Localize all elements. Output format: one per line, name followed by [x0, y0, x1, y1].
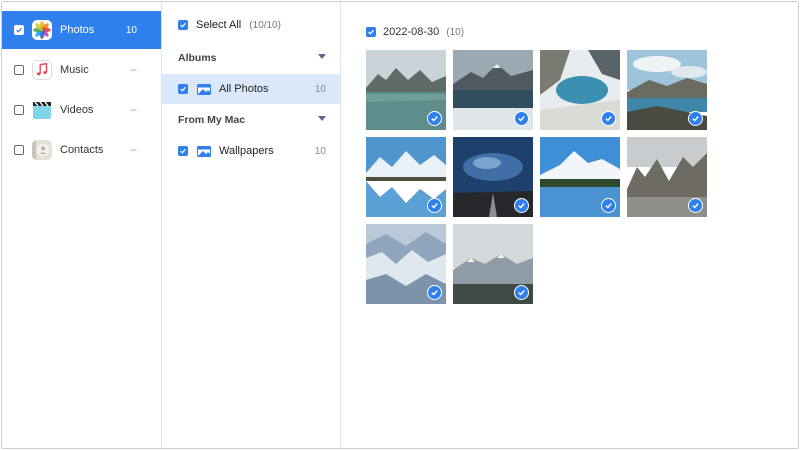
sidebar-item-label: Contacts [60, 144, 104, 156]
sidebar-item-label: Music [60, 64, 89, 76]
selected-check-icon [427, 111, 442, 126]
photo-thumbnail[interactable] [453, 50, 533, 130]
photo-thumbnail[interactable] [540, 137, 620, 217]
selected-check-icon [514, 198, 529, 213]
section-title: Albums [178, 52, 217, 64]
album-item-all-photos[interactable]: All Photos 10 [162, 74, 340, 104]
contacts-app-icon [32, 140, 52, 160]
photo-thumbnail[interactable] [366, 224, 446, 304]
category-sidebar: Photos 10 Music -- Videos -- Contacts -- [2, 2, 162, 448]
sidebar-item-count: 10 [125, 24, 137, 36]
album-count: 10 [314, 145, 326, 157]
select-all-count: (10/10) [249, 19, 281, 31]
selected-check-icon [427, 285, 442, 300]
sidebar-item-count: -- [130, 144, 137, 156]
chevron-down-icon[interactable] [318, 54, 326, 59]
album-count: 10 [314, 83, 326, 95]
select-all-label: Select All [196, 19, 242, 31]
sidebar-item-label: Photos [60, 24, 95, 36]
contacts-checkbox[interactable] [14, 145, 24, 155]
photo-thumbnail[interactable] [366, 50, 446, 130]
selected-check-icon [601, 198, 616, 213]
selected-check-icon [688, 198, 703, 213]
date-group-count: (10) [446, 26, 465, 38]
chevron-down-icon[interactable] [318, 116, 326, 121]
sidebar-item-photos[interactable]: Photos 10 [2, 11, 161, 49]
photos-checkbox[interactable] [14, 25, 24, 35]
photo-thumbnail[interactable] [627, 50, 707, 130]
section-header-from-my-mac[interactable]: From My Mac [162, 110, 340, 130]
selected-check-icon [514, 285, 529, 300]
album-folder-icon [197, 83, 211, 95]
album-checkbox[interactable] [178, 146, 188, 156]
albums-panel: Select All (10/10) Albums All Photos 10 … [162, 2, 341, 448]
selected-check-icon [688, 111, 703, 126]
selected-check-icon [514, 111, 529, 126]
sidebar-item-count: -- [130, 64, 137, 76]
photo-thumbnail[interactable] [627, 137, 707, 217]
date-group-header[interactable]: 2022-08-30 (10) [366, 24, 464, 40]
photos-app-icon [32, 20, 52, 40]
select-all-checkbox[interactable] [178, 20, 188, 30]
sidebar-item-contacts[interactable]: Contacts -- [2, 131, 161, 169]
photo-grid-panel: 2022-08-30 (10) [341, 2, 798, 448]
music-app-icon [32, 60, 52, 80]
sidebar-item-videos[interactable]: Videos -- [2, 91, 161, 129]
sidebar-item-music[interactable]: Music -- [2, 51, 161, 89]
videos-app-icon [32, 100, 52, 120]
date-group-date: 2022-08-30 [383, 26, 440, 38]
select-all-row[interactable]: Select All (10/10) [162, 16, 340, 34]
app-window: Photos 10 Music -- Videos -- Contacts --… [1, 1, 799, 449]
album-label: All Photos [219, 83, 269, 95]
album-item-wallpapers[interactable]: Wallpapers 10 [162, 136, 340, 166]
sidebar-item-count: -- [130, 104, 137, 116]
photo-thumbnail[interactable] [453, 224, 533, 304]
selected-check-icon [601, 111, 616, 126]
videos-checkbox[interactable] [14, 105, 24, 115]
date-group-checkbox[interactable] [366, 27, 376, 37]
album-label: Wallpapers [219, 145, 274, 157]
photo-thumbnail[interactable] [366, 137, 446, 217]
section-title: From My Mac [178, 114, 246, 126]
music-checkbox[interactable] [14, 65, 24, 75]
sidebar-item-label: Videos [60, 104, 94, 116]
album-folder-icon [197, 145, 211, 157]
section-header-albums[interactable]: Albums [162, 48, 340, 68]
album-checkbox[interactable] [178, 84, 188, 94]
selected-check-icon [427, 198, 442, 213]
photo-thumbnail[interactable] [453, 137, 533, 217]
photo-thumbnail[interactable] [540, 50, 620, 130]
